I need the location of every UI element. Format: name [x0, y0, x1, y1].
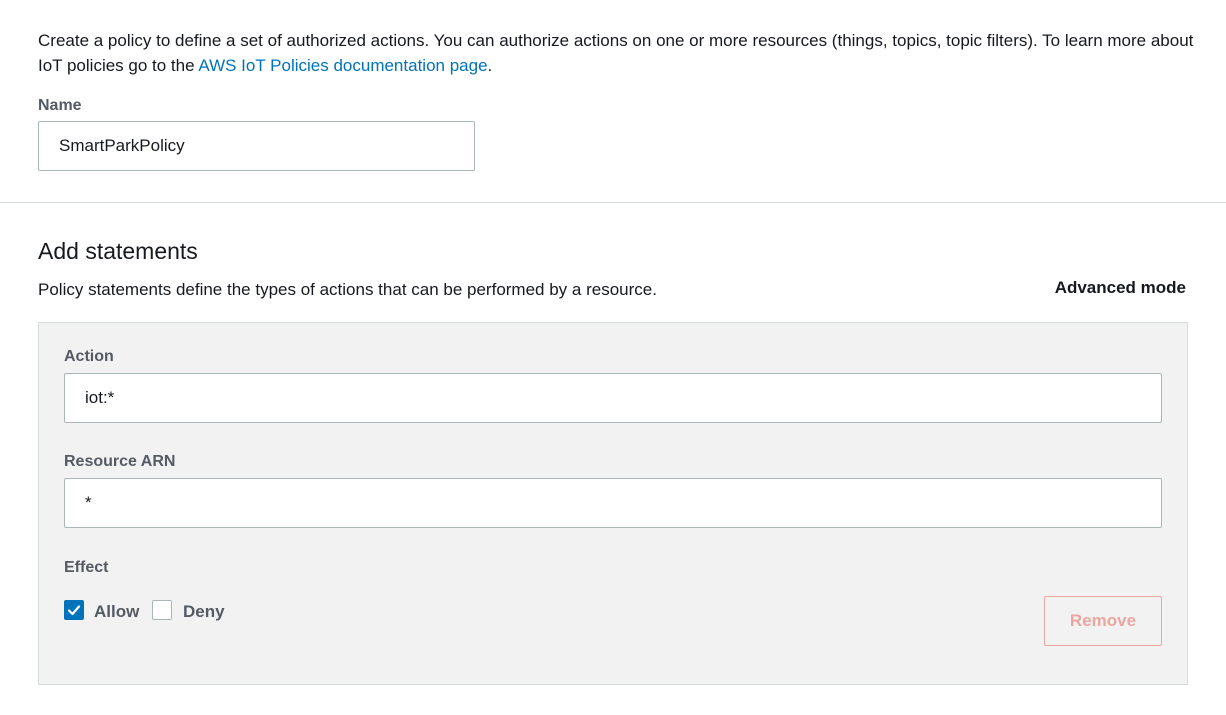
policy-name-input[interactable] — [38, 121, 475, 171]
intro-text-after-link: . — [487, 56, 493, 75]
resource-arn-label: Resource ARN — [64, 453, 176, 470]
advanced-mode-link[interactable]: Advanced mode — [1055, 278, 1186, 298]
name-label: Name — [38, 97, 82, 114]
action-label: Action — [64, 348, 114, 365]
intro-text: Create a policy to define a set of autho… — [38, 28, 1198, 78]
iot-policies-docs-link[interactable]: AWS IoT Policies documentation page — [198, 56, 487, 75]
checkmark-icon — [67, 605, 81, 616]
section-divider — [0, 202, 1226, 203]
deny-checkbox[interactable] — [152, 600, 172, 620]
effect-label: Effect — [64, 559, 109, 576]
action-input[interactable] — [64, 373, 1162, 423]
create-policy-page: Create a policy to define a set of autho… — [0, 0, 1226, 715]
resource-arn-input[interactable] — [64, 478, 1162, 528]
add-statements-heading: Add statements — [38, 238, 198, 264]
deny-label[interactable]: Deny — [183, 602, 225, 622]
remove-statement-button[interactable]: Remove — [1044, 596, 1162, 646]
allow-checkbox[interactable] — [64, 600, 84, 620]
allow-label[interactable]: Allow — [94, 602, 139, 622]
add-statements-description: Policy statements define the types of ac… — [38, 280, 657, 299]
